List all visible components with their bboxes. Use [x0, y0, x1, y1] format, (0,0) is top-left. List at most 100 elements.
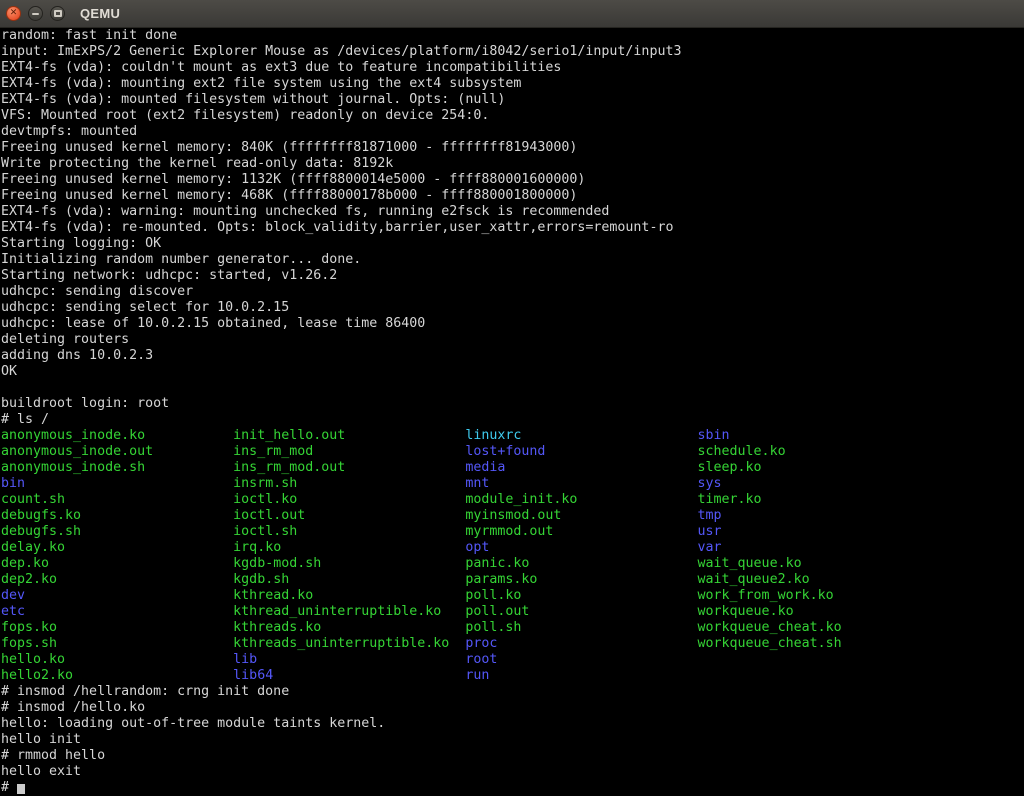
maximize-button[interactable]	[50, 6, 65, 21]
console-line: hello: loading out-of-tree module taints…	[1, 716, 1024, 732]
ls-entry-file: anonymous_inode.out	[1, 444, 233, 459]
ls-entry-dir: usr	[698, 524, 930, 539]
window-title: QEMU	[80, 6, 120, 21]
console-line: OK	[1, 364, 1024, 380]
console-line: udhcpc: sending discover	[1, 284, 1024, 300]
console-line: devtmpfs: mounted	[1, 124, 1024, 140]
console-line: adding dns 10.0.2.3	[1, 348, 1024, 364]
console-line: # ls /	[1, 412, 1024, 428]
ls-entry-file: poll.out	[465, 604, 697, 619]
ls-entry-file: kthreads.ko	[233, 620, 465, 635]
console-line: VFS: Mounted root (ext2 filesystem) read…	[1, 108, 1024, 124]
console-line: Starting logging: OK	[1, 236, 1024, 252]
console-line: deleting routers	[1, 332, 1024, 348]
console-line: Freeing unused kernel memory: 1132K (fff…	[1, 172, 1024, 188]
maximize-icon	[54, 10, 62, 17]
ls-entry-file: poll.sh	[465, 620, 697, 635]
ls-entry-dir: root	[465, 652, 697, 667]
console-line: Initializing random number generator... …	[1, 252, 1024, 268]
console-line: EXT4-fs (vda): mounted filesystem withou…	[1, 92, 1024, 108]
ls-entry-dir: opt	[465, 540, 697, 555]
console-line: Freeing unused kernel memory: 840K (ffff…	[1, 140, 1024, 156]
ls-entry-file: workqueue.ko	[698, 604, 930, 619]
console-line: anonymous_inode.out ins_rm_mod lost+foun…	[1, 444, 1024, 460]
ls-entry-dir: run	[465, 668, 697, 683]
ls-entry-dir: lost+found	[465, 444, 697, 459]
ls-entry-file: myinsmod.out	[465, 508, 697, 523]
minimize-icon	[32, 13, 39, 15]
ls-entry-dir: sbin	[698, 428, 930, 443]
console-line: # rmmod hello	[1, 748, 1024, 764]
console-line: debugfs.sh ioctl.sh myrmmod.out usr	[1, 524, 1024, 540]
console-line: etc kthread_uninterruptible.ko poll.out …	[1, 604, 1024, 620]
console-line: random: fast init done	[1, 28, 1024, 44]
titlebar[interactable]: ✕ QEMU	[0, 0, 1024, 28]
ls-entry-file: workqueue_cheat.sh	[698, 636, 930, 651]
ls-entry-file: anonymous_inode.ko	[1, 428, 233, 443]
ls-entry-file: debugfs.sh	[1, 524, 233, 539]
ls-entry-dir: mnt	[465, 476, 697, 491]
ls-entry-file: kgdb-mod.sh	[233, 556, 465, 571]
console-line: debugfs.ko ioctl.out myinsmod.out tmp	[1, 508, 1024, 524]
ls-entry-dir: lib	[233, 652, 465, 667]
ls-entry-file: timer.ko	[698, 492, 930, 507]
ls-entry-file: count.sh	[1, 492, 233, 507]
console-line: # insmod /hellrandom: crng init done	[1, 684, 1024, 700]
console-line: delay.ko irq.ko opt var	[1, 540, 1024, 556]
console-line: dep2.ko kgdb.sh params.ko wait_queue2.ko	[1, 572, 1024, 588]
ls-entry-file: schedule.ko	[698, 444, 930, 459]
console-line: input: ImExPS/2 Generic Explorer Mouse a…	[1, 44, 1024, 60]
ls-entry-dir: var	[698, 540, 930, 555]
minimize-button[interactable]	[28, 6, 43, 21]
ls-entry-file: kthreads_uninterruptible.ko	[233, 636, 465, 651]
qemu-window: ✕ QEMU random: fast init doneinput: ImEx…	[0, 0, 1024, 796]
ls-entry-file: work_from_work.ko	[698, 588, 930, 603]
console-line: hello2.ko lib64 run	[1, 668, 1024, 684]
console-line: bin insrm.sh mnt sys	[1, 476, 1024, 492]
ls-entry-file: ioctl.out	[233, 508, 465, 523]
ls-entry-file: kgdb.sh	[233, 572, 465, 587]
console-line: dep.ko kgdb-mod.sh panic.ko wait_queue.k…	[1, 556, 1024, 572]
console-line: Freeing unused kernel memory: 468K (ffff…	[1, 188, 1024, 204]
console-line: udhcpc: lease of 10.0.2.15 obtained, lea…	[1, 316, 1024, 332]
console-line: EXT4-fs (vda): re-mounted. Opts: block_v…	[1, 220, 1024, 236]
console-line: hello init	[1, 732, 1024, 748]
ls-entry-file: wait_queue.ko	[698, 556, 930, 571]
console-line: Starting network: udhcpc: started, v1.26…	[1, 268, 1024, 284]
ls-entry-dir: dev	[1, 588, 233, 603]
ls-entry-dir: bin	[1, 476, 233, 491]
ls-entry-file: hello2.ko	[1, 668, 233, 683]
ls-entry-file: workqueue_cheat.ko	[698, 620, 930, 635]
ls-entry-dir: media	[465, 460, 697, 475]
ls-entry-file: irq.ko	[233, 540, 465, 555]
console-line: Write protecting the kernel read-only da…	[1, 156, 1024, 172]
console-line: buildroot login: root	[1, 396, 1024, 412]
console-line: dev kthread.ko poll.ko work_from_work.ko	[1, 588, 1024, 604]
ls-entry-file: ioctl.ko	[233, 492, 465, 507]
shell-prompt: #	[1, 780, 17, 795]
console-line: anonymous_inode.ko init_hello.out linuxr…	[1, 428, 1024, 444]
close-button[interactable]: ✕	[6, 6, 21, 21]
ls-entry-file: debugfs.ko	[1, 508, 233, 523]
console-line: hello.ko lib root	[1, 652, 1024, 668]
ls-entry-file: ins_rm_mod	[233, 444, 465, 459]
terminal-cursor	[17, 784, 25, 794]
ls-entry-file: insrm.sh	[233, 476, 465, 491]
console-line: EXT4-fs (vda): warning: mounting uncheck…	[1, 204, 1024, 220]
ls-entry-file: fops.ko	[1, 620, 233, 635]
ls-entry-dir: lib64	[233, 668, 465, 683]
console-line: #	[1, 780, 1024, 796]
ls-entry-file: dep2.ko	[1, 572, 233, 587]
ls-entry-file: sleep.ko	[698, 460, 930, 475]
console-line	[1, 380, 1024, 396]
console-line: EXT4-fs (vda): couldn't mount as ext3 du…	[1, 60, 1024, 76]
console-line: hello exit	[1, 764, 1024, 780]
ls-entry-file: hello.ko	[1, 652, 233, 667]
console-output[interactable]: random: fast init doneinput: ImExPS/2 Ge…	[0, 28, 1024, 796]
ls-entry-file: ioctl.sh	[233, 524, 465, 539]
console-line: fops.ko kthreads.ko poll.sh workqueue_ch…	[1, 620, 1024, 636]
ls-entry-file: myrmmod.out	[465, 524, 697, 539]
ls-entry-file: init_hello.out	[233, 428, 465, 443]
ls-entry-file: anonymous_inode.sh	[1, 460, 233, 475]
ls-entry-file: ins_rm_mod.out	[233, 460, 465, 475]
